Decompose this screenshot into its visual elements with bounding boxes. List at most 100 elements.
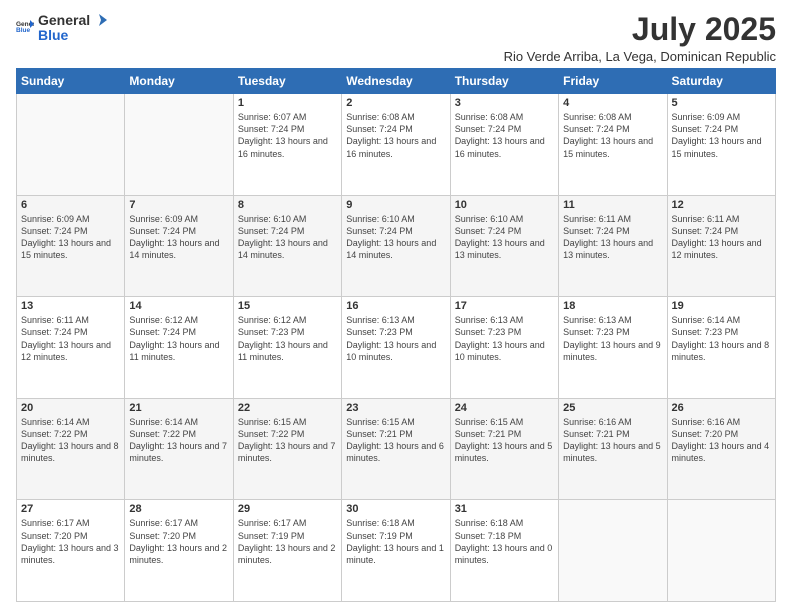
logo-general: General — [38, 12, 90, 28]
day-info: Sunrise: 6:08 AM Sunset: 7:24 PM Dayligh… — [455, 111, 554, 160]
calendar-week-3: 13 Sunrise: 6:11 AM Sunset: 7:24 PM Dayli… — [17, 297, 776, 399]
calendar-cell: 26Sunrise: 6:16 AM Sunset: 7:20 PM Dayli… — [667, 398, 775, 500]
day-info: Sunrise: 6:15 AM Sunset: 7:21 PM Dayligh… — [455, 416, 554, 465]
subtitle: Rio Verde Arriba, La Vega, Dominican Rep… — [504, 49, 776, 64]
calendar-cell: 22Sunrise: 6:15 AM Sunset: 7:22 PM Dayli… — [233, 398, 341, 500]
weekday-header-wednesday: Wednesday — [342, 69, 450, 94]
weekday-header-thursday: Thursday — [450, 69, 558, 94]
day-number: 31 — [455, 503, 554, 515]
calendar-cell: 29 Sunrise: 6:17 AM Sunset: 7:19 PM Dayli… — [233, 500, 341, 602]
calendar-cell: 1Sunrise: 6:07 AM Sunset: 7:24 PM Daylig… — [233, 94, 341, 196]
svg-text:Blue: Blue — [16, 27, 30, 34]
day-info: Sunrise: 6:16 AM Sunset: 7:20 PM Dayligh… — [672, 416, 771, 465]
calendar-week-2: 6 Sunrise: 6:09 AM Sunset: 7:24 PM Daylig… — [17, 195, 776, 297]
day-info: Sunrise: 6:09 AM Sunset: 7:24 PM Dayligh… — [129, 213, 228, 262]
day-info: Sunrise: 6:18 AM Sunset: 7:19 PM Dayligh… — [346, 517, 445, 566]
calendar-cell: 21Sunrise: 6:14 AM Sunset: 7:22 PM Dayli… — [125, 398, 233, 500]
day-number: 14 — [129, 300, 228, 312]
title-block: July 2025 Rio Verde Arriba, La Vega, Dom… — [504, 12, 776, 64]
calendar-cell: 25Sunrise: 6:16 AM Sunset: 7:21 PM Dayli… — [559, 398, 667, 500]
calendar-body: 1Sunrise: 6:07 AM Sunset: 7:24 PM Daylig… — [17, 94, 776, 602]
day-number: 13 — [21, 300, 120, 312]
day-info: Sunrise: 6:17 AM Sunset: 7:19 PM Dayligh… — [238, 517, 337, 566]
day-number: 27 — [21, 503, 120, 515]
calendar-cell: 9 Sunrise: 6:10 AM Sunset: 7:24 PM Daylig… — [342, 195, 450, 297]
day-info: Sunrise: 6:17 AM Sunset: 7:20 PM Dayligh… — [21, 517, 120, 566]
calendar-cell — [125, 94, 233, 196]
day-info: Sunrise: 6:13 AM Sunset: 7:23 PM Dayligh… — [455, 314, 554, 363]
calendar-cell: 19Sunrise: 6:14 AM Sunset: 7:23 PM Dayli… — [667, 297, 775, 399]
day-info: Sunrise: 6:10 AM Sunset: 7:24 PM Dayligh… — [346, 213, 445, 262]
day-number: 18 — [563, 300, 662, 312]
calendar-cell: 7 Sunrise: 6:09 AM Sunset: 7:24 PM Daylig… — [125, 195, 233, 297]
day-info: Sunrise: 6:09 AM Sunset: 7:24 PM Dayligh… — [21, 213, 120, 262]
calendar-table: SundayMondayTuesdayWednesdayThursdayFrid… — [16, 68, 776, 602]
day-number: 5 — [672, 97, 771, 109]
day-info: Sunrise: 6:14 AM Sunset: 7:22 PM Dayligh… — [129, 416, 228, 465]
calendar-week-4: 20 Sunrise: 6:14 AM Sunset: 7:22 PM Dayli… — [17, 398, 776, 500]
calendar-cell: 10Sunrise: 6:10 AM Sunset: 7:24 PM Dayli… — [450, 195, 558, 297]
main-title: July 2025 — [504, 12, 776, 47]
day-number: 6 — [21, 199, 120, 211]
day-number: 19 — [672, 300, 771, 312]
calendar-cell: 31 Sunrise: 6:18 AM Sunset: 7:18 PM Dayli… — [450, 500, 558, 602]
day-number: 20 — [21, 402, 120, 414]
day-info: Sunrise: 6:14 AM Sunset: 7:22 PM Dayligh… — [21, 416, 120, 465]
day-number: 28 — [129, 503, 228, 515]
day-info: Sunrise: 6:15 AM Sunset: 7:21 PM Dayligh… — [346, 416, 445, 465]
calendar-cell: 13 Sunrise: 6:11 AM Sunset: 7:24 PM Dayli… — [17, 297, 125, 399]
calendar-cell: 4Sunrise: 6:08 AM Sunset: 7:24 PM Daylig… — [559, 94, 667, 196]
day-number: 17 — [455, 300, 554, 312]
logo-icon: General Blue — [16, 18, 34, 36]
day-info: Sunrise: 6:13 AM Sunset: 7:23 PM Dayligh… — [346, 314, 445, 363]
day-info: Sunrise: 6:11 AM Sunset: 7:24 PM Dayligh… — [21, 314, 120, 363]
weekday-header-row: SundayMondayTuesdayWednesdayThursdayFrid… — [17, 69, 776, 94]
day-number: 30 — [346, 503, 445, 515]
calendar-cell: 8 Sunrise: 6:10 AM Sunset: 7:24 PM Daylig… — [233, 195, 341, 297]
day-number: 11 — [563, 199, 662, 211]
calendar-cell: 2 Sunrise: 6:08 AM Sunset: 7:24 PM Daylig… — [342, 94, 450, 196]
day-info: Sunrise: 6:11 AM Sunset: 7:24 PM Dayligh… — [672, 213, 771, 262]
logo-bird-icon — [91, 12, 107, 28]
weekday-header-monday: Monday — [125, 69, 233, 94]
calendar-cell: 28 Sunrise: 6:17 AM Sunset: 7:20 PM Dayli… — [125, 500, 233, 602]
day-info: Sunrise: 6:08 AM Sunset: 7:24 PM Dayligh… — [346, 111, 445, 160]
calendar-cell: 11 Sunrise: 6:11 AM Sunset: 7:24 PM Dayli… — [559, 195, 667, 297]
day-info: Sunrise: 6:11 AM Sunset: 7:24 PM Dayligh… — [563, 213, 662, 262]
day-number: 9 — [346, 199, 445, 211]
calendar-cell: 6 Sunrise: 6:09 AM Sunset: 7:24 PM Daylig… — [17, 195, 125, 297]
logo: General Blue General Blue — [16, 12, 108, 42]
day-number: 2 — [346, 97, 445, 109]
calendar-week-1: 1Sunrise: 6:07 AM Sunset: 7:24 PM Daylig… — [17, 94, 776, 196]
day-number: 3 — [455, 97, 554, 109]
day-number: 7 — [129, 199, 228, 211]
day-number: 4 — [563, 97, 662, 109]
day-number: 23 — [346, 402, 445, 414]
day-info: Sunrise: 6:17 AM Sunset: 7:20 PM Dayligh… — [129, 517, 228, 566]
calendar-cell — [667, 500, 775, 602]
calendar-cell: 20 Sunrise: 6:14 AM Sunset: 7:22 PM Dayli… — [17, 398, 125, 500]
day-info: Sunrise: 6:12 AM Sunset: 7:24 PM Dayligh… — [129, 314, 228, 363]
day-number: 8 — [238, 199, 337, 211]
calendar-cell: 14 Sunrise: 6:12 AM Sunset: 7:24 PM Dayli… — [125, 297, 233, 399]
calendar-cell: 16 Sunrise: 6:13 AM Sunset: 7:23 PM Dayli… — [342, 297, 450, 399]
weekday-header-saturday: Saturday — [667, 69, 775, 94]
header: General Blue General Blue July 2025 Rio … — [16, 12, 776, 64]
day-number: 24 — [455, 402, 554, 414]
day-info: Sunrise: 6:15 AM Sunset: 7:22 PM Dayligh… — [238, 416, 337, 465]
calendar-cell: 15Sunrise: 6:12 AM Sunset: 7:23 PM Dayli… — [233, 297, 341, 399]
day-info: Sunrise: 6:18 AM Sunset: 7:18 PM Dayligh… — [455, 517, 554, 566]
day-info: Sunrise: 6:16 AM Sunset: 7:21 PM Dayligh… — [563, 416, 662, 465]
day-info: Sunrise: 6:10 AM Sunset: 7:24 PM Dayligh… — [238, 213, 337, 262]
calendar-cell: 12Sunrise: 6:11 AM Sunset: 7:24 PM Dayli… — [667, 195, 775, 297]
calendar-cell: 30 Sunrise: 6:18 AM Sunset: 7:19 PM Dayli… — [342, 500, 450, 602]
logo-blue: Blue — [38, 28, 108, 42]
calendar-cell: 5Sunrise: 6:09 AM Sunset: 7:24 PM Daylig… — [667, 94, 775, 196]
weekday-header-friday: Friday — [559, 69, 667, 94]
calendar-cell: 27 Sunrise: 6:17 AM Sunset: 7:20 PM Dayli… — [17, 500, 125, 602]
day-number: 29 — [238, 503, 337, 515]
calendar-cell: 18Sunrise: 6:13 AM Sunset: 7:23 PM Dayli… — [559, 297, 667, 399]
day-info: Sunrise: 6:12 AM Sunset: 7:23 PM Dayligh… — [238, 314, 337, 363]
calendar-cell — [17, 94, 125, 196]
day-number: 16 — [346, 300, 445, 312]
